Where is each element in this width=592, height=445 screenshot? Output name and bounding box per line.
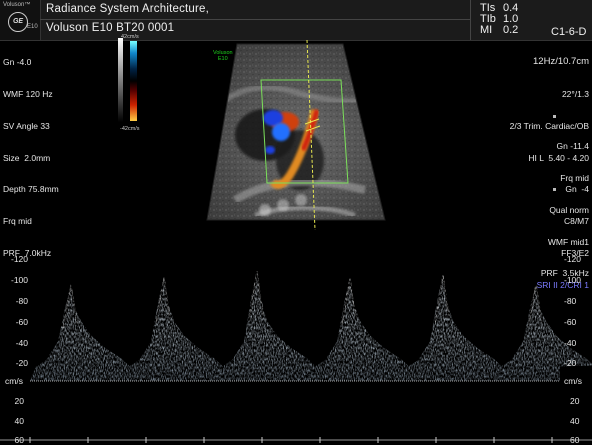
tick-label: -80 (564, 296, 577, 306)
tick-label: -120 (10, 254, 28, 264)
doppler-spectrum (0, 271, 592, 443)
param-frame-depth: 12Hz/10.7cm (533, 56, 589, 68)
param-depth: Depth 75.8mm (3, 184, 59, 195)
marker-dot-1 (553, 115, 556, 118)
param-wmf: WMF 120 Hz (3, 88, 53, 99)
unit-label-left: cm/s (5, 376, 23, 386)
tick-label: -80 (15, 296, 28, 306)
tick-label: -120 (564, 254, 582, 264)
brand-label: Voluson™ (3, 2, 31, 8)
tick-label: -40 (15, 338, 28, 348)
color-maps (118, 38, 137, 122)
tick-label: -60 (15, 317, 28, 327)
tick-label: 40 (570, 416, 580, 426)
color-flow-map (130, 41, 137, 121)
marker-dot-2 (553, 188, 556, 191)
bmode-image (206, 40, 386, 231)
header-title-line2: Voluson E10 BT20 0001 (46, 22, 175, 34)
index-mi-label: MI (480, 24, 493, 36)
param-gn2: Gn -11.4 (556, 141, 589, 152)
velocity-axis-left: -120 -100 -80 -60 -40 -20 cm/s 20 40 60 (0, 244, 40, 445)
param-size: Size 2.0mm (3, 152, 51, 163)
doppler-waveform (30, 271, 592, 381)
model-small-label: E10 (27, 24, 38, 30)
param-qual: Qual norm (549, 204, 589, 215)
colorbar-top-label: 42cm/s (121, 34, 139, 40)
param-angle: 22°/1.3 (561, 88, 589, 99)
unit-label-right: cm/s (564, 376, 582, 386)
param-gain: Gn -4.0 (3, 57, 32, 68)
velocity-axis-right: -120 -100 -80 -60 -40 -20 cm/s 20 40 60 (556, 244, 592, 445)
colorbar-bottom-label: -42cm/s (120, 126, 140, 132)
tick-label: -100 (564, 275, 582, 285)
tick-label: -20 (15, 358, 28, 368)
tick-label: 40 (14, 416, 24, 426)
param-frq2: Frq mid (560, 172, 589, 183)
tick-label: -40 (564, 338, 577, 348)
header-divider (40, 19, 470, 20)
logo-block: Voluson™ GE E10 (0, 0, 41, 40)
tick-label: -100 (10, 275, 28, 285)
index-mi-value: 0.2 (503, 24, 519, 36)
tick-label: -20 (564, 358, 577, 368)
grayscale-map (118, 38, 123, 122)
param-frq: Frq mid (3, 216, 32, 227)
header-title-line1: Radiance System Architecture, (46, 3, 210, 15)
header-divider-v (470, 0, 471, 40)
tick-label: -60 (564, 317, 577, 327)
left-params: Gn -4.0 WMF 120 Hz SV Angle 33 Size 2.0m… (3, 36, 59, 269)
param-sv-angle: SV Angle 33 (3, 120, 50, 131)
tick-label: 20 (570, 396, 580, 406)
ge-logo-icon: GE (8, 12, 28, 32)
tick-label: 20 (14, 396, 24, 406)
